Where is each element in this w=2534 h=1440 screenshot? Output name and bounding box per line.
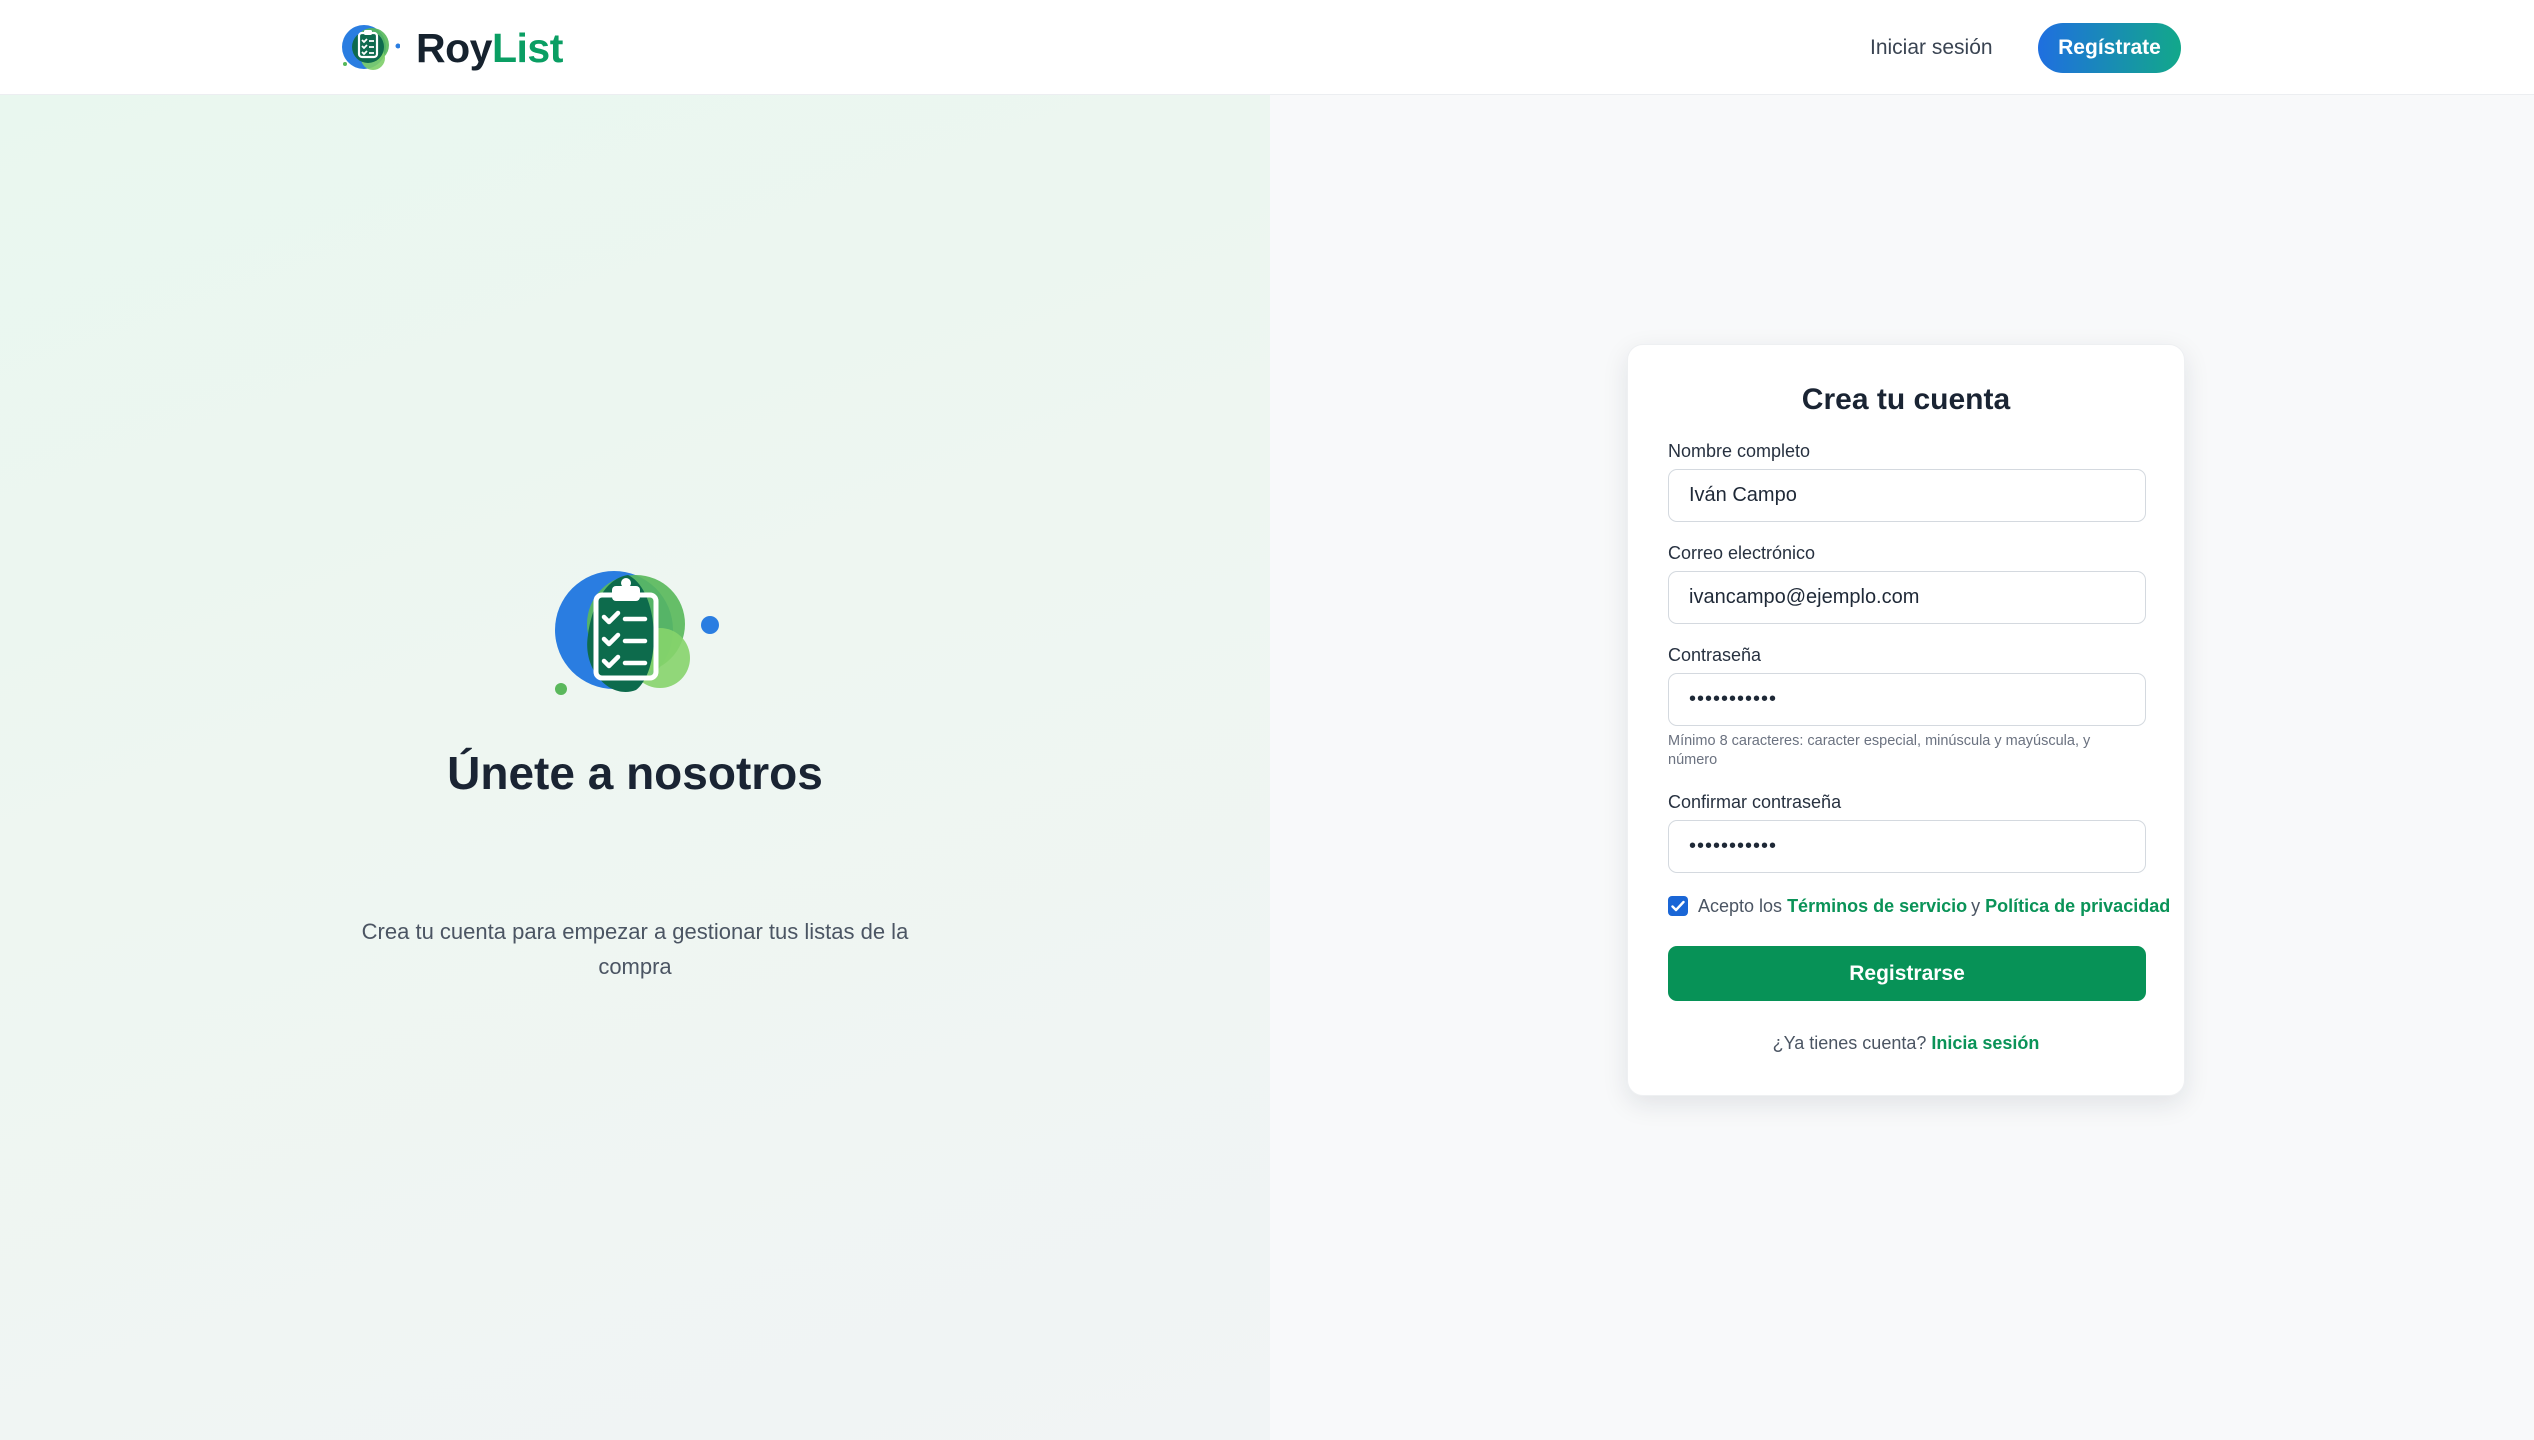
login-link[interactable]: Inicia sesión — [1931, 1033, 2039, 1053]
register-submit-button[interactable]: Registrarse — [1668, 946, 2146, 1001]
email-input[interactable] — [1668, 571, 2146, 624]
form-title: Crea tu cuenta — [1801, 383, 2011, 416]
password-input[interactable] — [1668, 673, 2146, 726]
hero-panel: Únete a nosotros Crea tu cuenta para emp… — [0, 95, 1270, 1440]
terms-of-service-link[interactable]: Términos de servicio — [1787, 896, 1967, 917]
terms-row: Acepto los Términos de servicio y Políti… — [1668, 894, 2170, 918]
password-hint: Mínimo 8 caracteres: caracter especial, … — [1668, 733, 2091, 768]
login-prompt-question: ¿Ya tienes cuenta? — [1772, 1033, 1927, 1053]
brand-name: RoyList — [416, 24, 563, 71]
clipboard-check-icon — [340, 20, 400, 76]
brand-logo-link[interactable]: RoyList — [340, 20, 563, 76]
login-prompt: ¿Ya tienes cuenta? Inicia sesión — [1628, 1033, 2184, 1054]
email-label: Correo electrónico — [1668, 543, 1816, 563]
terms-conjunction: y — [1971, 895, 1981, 916]
clipboard-check-icon — [540, 550, 730, 720]
top-navbar: RoyList Iniciar sesión Regístrate — [0, 0, 2534, 95]
terms-prefix: Acepto los — [1698, 895, 1783, 916]
confirm-password-input[interactable] — [1668, 820, 2146, 873]
hero-title: Únete a nosotros — [447, 747, 823, 799]
terms-checkbox[interactable] — [1668, 896, 1688, 916]
confirm-password-label: Confirmar contraseña — [1668, 792, 1842, 812]
check-icon — [1671, 900, 1685, 912]
privacy-policy-link[interactable]: Política de privacidad — [1985, 896, 2170, 917]
signup-card: Crea tu cuenta Nombre completo Correo el… — [1627, 344, 2185, 1096]
password-label: Contraseña — [1668, 645, 1762, 665]
full-name-input[interactable] — [1668, 469, 2146, 522]
nav-login-link[interactable]: Iniciar sesión — [1870, 30, 1993, 66]
hero-subtitle: Crea tu cuenta para empezar a gestionar … — [361, 919, 909, 979]
name-label: Nombre completo — [1668, 441, 1811, 461]
nav-register-button[interactable]: Regístrate — [2038, 23, 2181, 73]
